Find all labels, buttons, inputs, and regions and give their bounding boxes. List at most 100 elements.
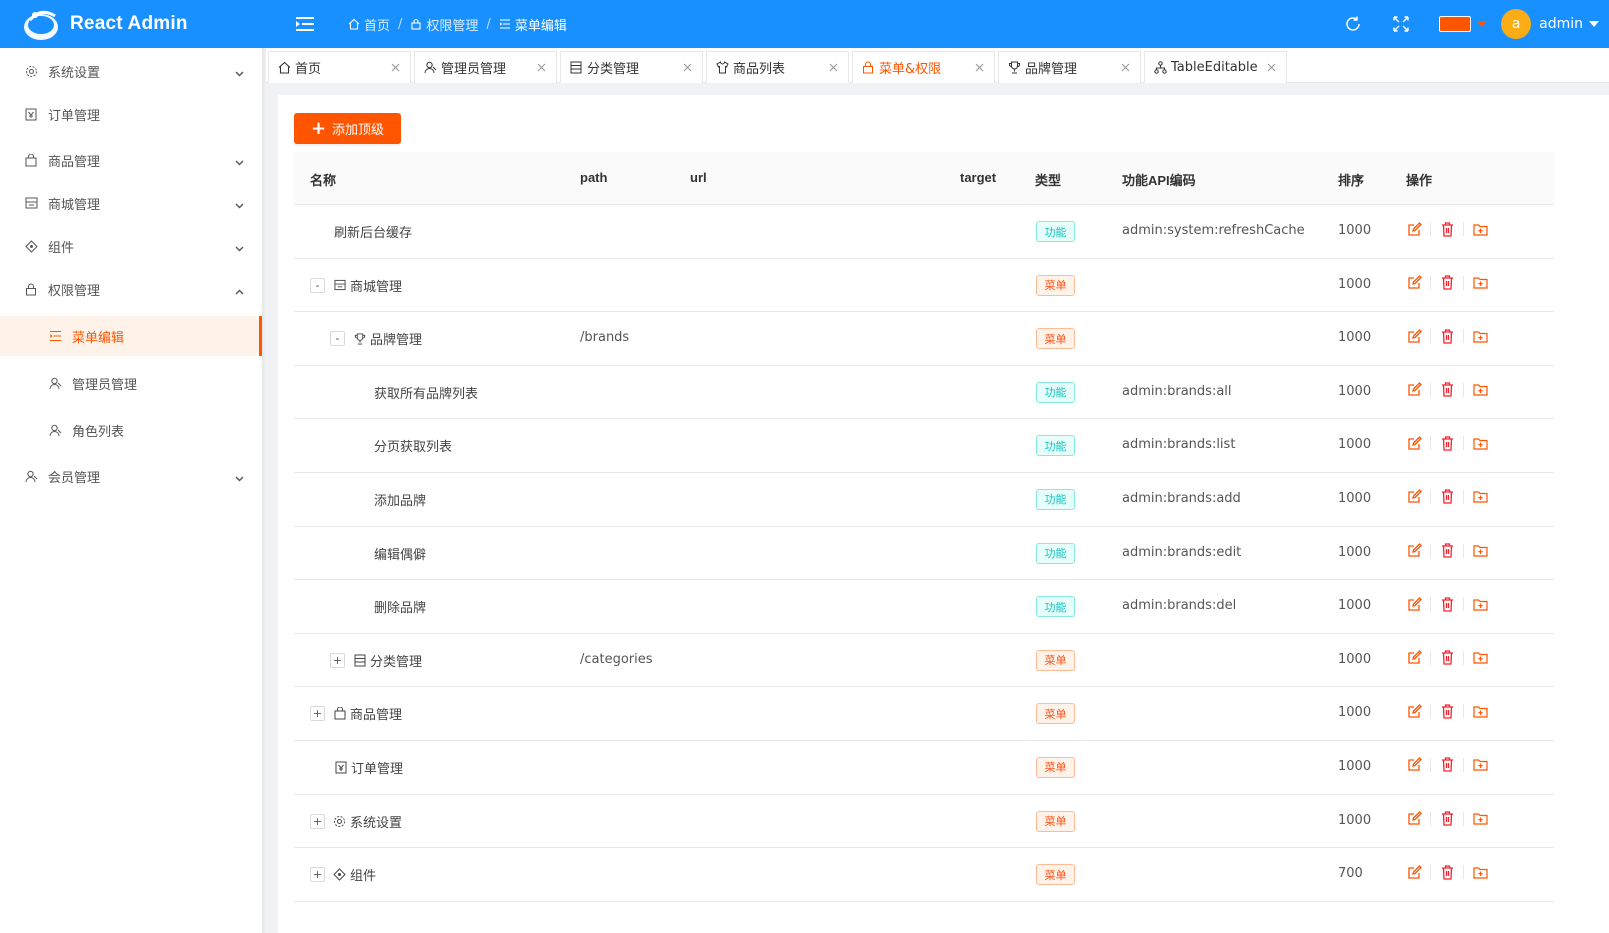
tab-menu-permission[interactable]: 菜单&权限	[852, 51, 995, 83]
delete-icon[interactable]	[1439, 757, 1455, 773]
expand-row-button[interactable]: +	[310, 867, 325, 883]
row-order: 1000	[1338, 705, 1372, 721]
row-actions	[1406, 703, 1488, 719]
name-cell: 订单管理	[334, 758, 403, 777]
tab-category-manage[interactable]: 分类管理	[560, 51, 703, 83]
divider	[1430, 329, 1431, 344]
expand-row-button[interactable]: +	[310, 706, 325, 722]
fullscreen-button[interactable]	[1377, 0, 1425, 48]
sidebar-item-components[interactable]: 组件	[0, 226, 262, 266]
row-api-code: admin:brands:list	[1122, 437, 1236, 453]
delete-icon[interactable]	[1439, 650, 1455, 666]
expand-row-button[interactable]: +	[310, 813, 325, 829]
collapse-menu-button[interactable]	[290, 9, 320, 39]
tab-brand-manage[interactable]: 品牌管理	[998, 51, 1141, 83]
edit-icon[interactable]	[1406, 811, 1422, 827]
delete-icon[interactable]	[1439, 703, 1455, 719]
tab-home[interactable]: 首页	[268, 51, 411, 83]
sidebar-item-mall[interactable]: 商城管理	[0, 183, 262, 223]
close-icon[interactable]	[534, 60, 548, 74]
edit-icon[interactable]	[1406, 435, 1422, 451]
sidebar-item-products[interactable]: 商品管理	[0, 140, 262, 180]
add-top-level-button[interactable]: + 添加顶级	[294, 113, 401, 144]
edit-icon[interactable]	[1406, 328, 1422, 344]
delete-icon[interactable]	[1439, 435, 1455, 451]
row-name: 添加品牌	[374, 493, 427, 509]
table-row: + 组件 菜单 700	[294, 848, 1554, 902]
tab-product-list[interactable]: 商品列表	[706, 51, 849, 83]
close-icon[interactable]	[388, 60, 402, 74]
add-child-folder-icon[interactable]	[1472, 596, 1488, 612]
row-path: /categories	[580, 651, 653, 667]
sidebar-item-role-list[interactable]: 角色列表	[0, 410, 262, 450]
edit-icon[interactable]	[1406, 275, 1422, 291]
collapse-row-button[interactable]: -	[330, 331, 345, 347]
tab-table-editable[interactable]: TableEditable	[1144, 51, 1287, 83]
sidebar-item-menu-edit[interactable]: 菜单编辑	[0, 316, 262, 356]
edit-icon[interactable]	[1406, 864, 1422, 880]
close-icon[interactable]	[972, 60, 986, 74]
user-menu[interactable]: a admin	[1501, 9, 1599, 39]
add-child-folder-icon[interactable]	[1472, 757, 1488, 773]
row-order: 1000	[1338, 437, 1372, 453]
delete-icon[interactable]	[1439, 382, 1455, 398]
sidebar-item-system-settings[interactable]: 系统设置	[0, 51, 262, 91]
sidebar-item-orders[interactable]: 订单管理	[0, 94, 262, 134]
name-cell: 编辑偶僻	[374, 544, 426, 563]
add-child-folder-icon[interactable]	[1472, 328, 1488, 344]
delete-icon[interactable]	[1439, 328, 1455, 344]
divider	[1463, 222, 1464, 236]
sidebar-item-admin-manage[interactable]: 管理员管理	[0, 363, 262, 403]
close-icon[interactable]	[1264, 60, 1278, 74]
add-child-folder-icon[interactable]	[1472, 435, 1488, 451]
delete-icon[interactable]	[1439, 489, 1455, 505]
sidebar-item-members[interactable]: 会员管理	[0, 456, 262, 496]
sidebar-item-permissions[interactable]: 权限管理	[0, 269, 262, 309]
edit-icon[interactable]	[1406, 543, 1422, 559]
edit-icon[interactable]	[1406, 489, 1422, 505]
tab-label: 菜单&权限	[879, 62, 942, 77]
delete-icon[interactable]	[1439, 864, 1455, 880]
add-child-folder-icon[interactable]	[1472, 382, 1488, 398]
add-child-folder-icon[interactable]	[1472, 221, 1488, 237]
edit-icon[interactable]	[1406, 382, 1422, 398]
add-child-folder-icon[interactable]	[1472, 703, 1488, 719]
close-icon[interactable]	[1118, 60, 1132, 74]
edit-icon[interactable]	[1406, 596, 1422, 612]
delete-icon[interactable]	[1439, 275, 1455, 291]
column-header-api-code: 功能API编码	[1122, 173, 1196, 188]
chevron-up-icon	[235, 284, 244, 299]
add-child-folder-icon[interactable]	[1472, 650, 1488, 666]
edit-icon[interactable]	[1406, 757, 1422, 773]
tab-label: 品牌管理	[1025, 62, 1078, 77]
user-icon	[24, 469, 38, 483]
add-child-folder-icon[interactable]	[1472, 864, 1488, 880]
reload-button[interactable]	[1329, 0, 1377, 48]
close-icon[interactable]	[680, 60, 694, 74]
delete-icon[interactable]	[1439, 221, 1455, 237]
delete-icon[interactable]	[1439, 811, 1455, 827]
expand-row-button[interactable]: +	[330, 652, 345, 668]
breadcrumb-permission[interactable]: 权限管理	[410, 15, 478, 34]
delete-icon[interactable]	[1439, 596, 1455, 612]
collapse-row-button[interactable]: -	[310, 277, 325, 293]
close-icon[interactable]	[826, 60, 840, 74]
tab-label: 分类管理	[587, 62, 640, 77]
logo[interactable]: React Admin	[0, 0, 270, 48]
theme-color-picker[interactable]	[1439, 16, 1488, 32]
tab-admin-manage[interactable]: 管理员管理	[414, 51, 557, 83]
add-child-folder-icon[interactable]	[1472, 811, 1488, 827]
component-icon	[333, 868, 346, 881]
edit-icon[interactable]	[1406, 703, 1422, 719]
name-cell: 获取所有品牌列表	[374, 383, 478, 402]
edit-icon[interactable]	[1406, 650, 1422, 666]
type-badge: 菜单	[1036, 649, 1075, 671]
breadcrumb-home[interactable]: 首页	[348, 15, 390, 34]
add-child-folder-icon[interactable]	[1472, 275, 1488, 291]
edit-icon[interactable]	[1406, 221, 1422, 237]
name-cell: - 商城管理	[310, 276, 402, 295]
add-child-folder-icon[interactable]	[1472, 543, 1488, 559]
add-child-folder-icon[interactable]	[1472, 489, 1488, 505]
row-name: 商城管理	[350, 279, 403, 295]
delete-icon[interactable]	[1439, 543, 1455, 559]
